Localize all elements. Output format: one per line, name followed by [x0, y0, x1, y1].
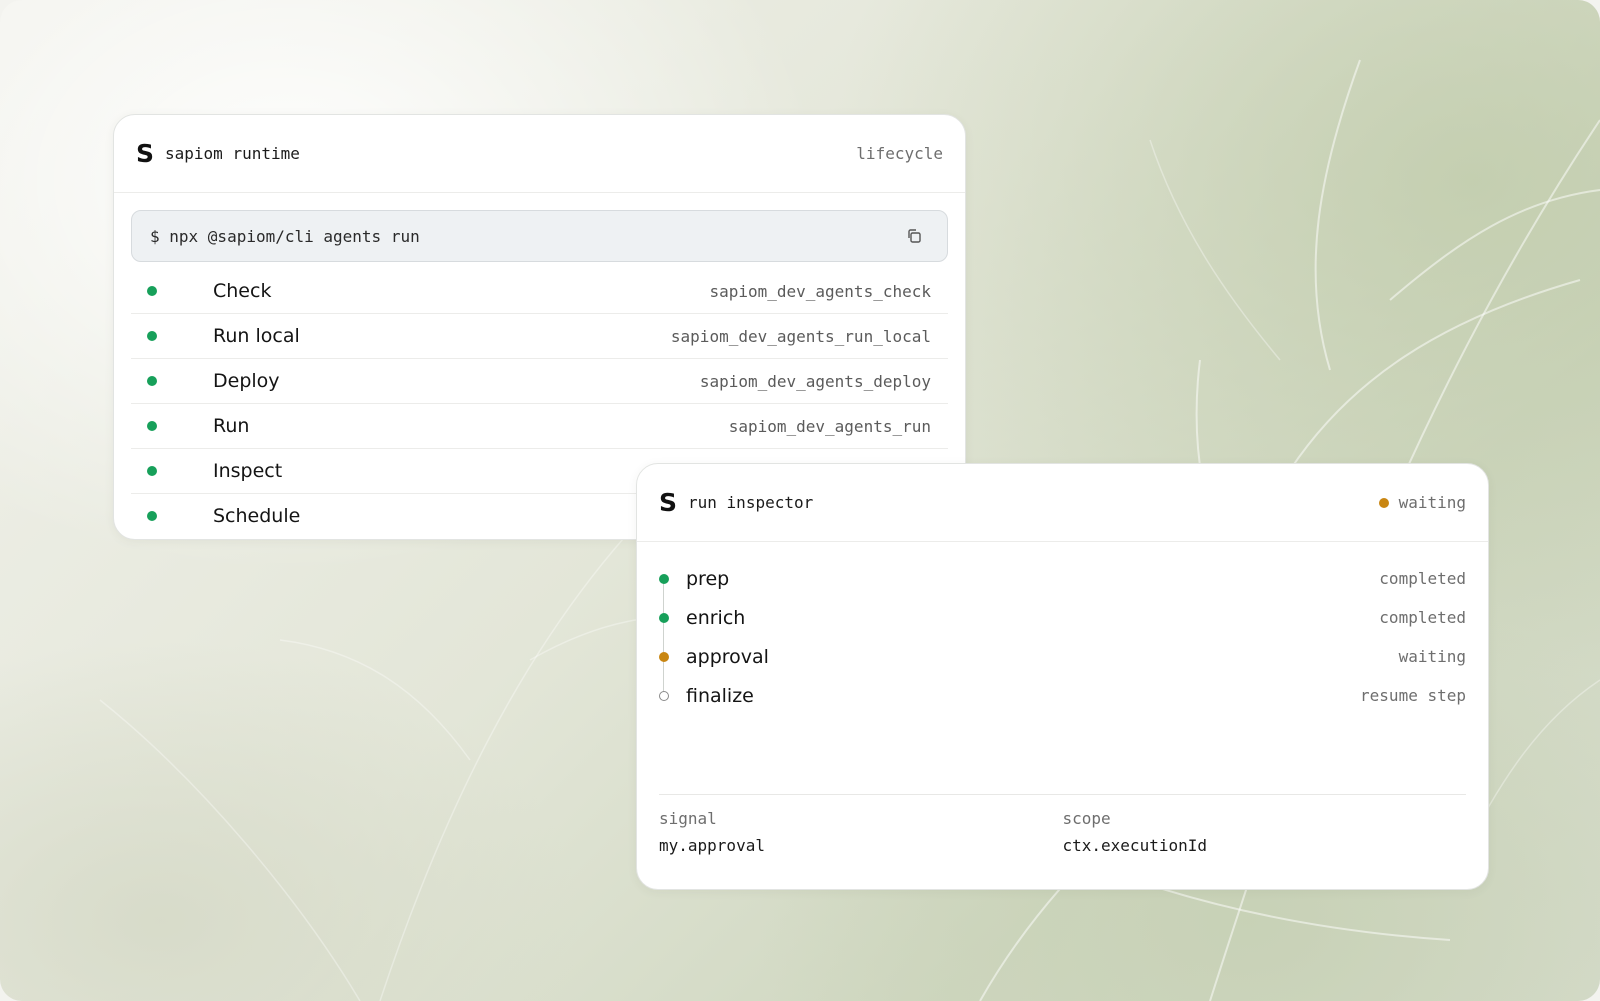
runtime-title: sapiom runtime	[165, 144, 300, 163]
signal-field: signal my.approval	[659, 795, 1063, 873]
runtime-header: S sapiom runtime lifecycle	[114, 115, 965, 193]
row-label: Check	[213, 280, 272, 302]
step-dot	[659, 690, 669, 701]
list-item[interactable]: Run local sapiom_dev_agents_run_local	[131, 314, 948, 359]
copy-icon	[908, 229, 921, 243]
command-text: $ npx @sapiom/cli agents run	[150, 226, 420, 246]
row-key: sapiom_dev_agents_run_local	[670, 326, 931, 346]
signal-value: my.approval	[659, 836, 765, 855]
row-label: Run local	[213, 325, 300, 347]
inspector-title: run inspector	[688, 493, 814, 512]
step-item[interactable]: prep completed	[659, 559, 1466, 598]
step-status: completed	[1379, 608, 1466, 627]
row-key: sapiom_dev_agents_deploy	[699, 371, 931, 391]
step-dot	[659, 651, 669, 662]
step-label: approval	[686, 645, 769, 668]
status-dot	[147, 376, 157, 386]
scope-label: scope	[1062, 809, 1111, 828]
step-status: resume step	[1360, 686, 1466, 705]
scope-value: ctx.executionId	[1062, 836, 1208, 855]
scope-field: scope ctx.executionId	[1063, 795, 1467, 873]
step-label: enrich	[686, 606, 746, 629]
list-item[interactable]: Run sapiom_dev_agents_run	[131, 404, 948, 449]
sapiom-logo-icon: S	[136, 139, 155, 168]
step-dot	[659, 612, 669, 623]
row-label: Deploy	[213, 370, 280, 392]
step-dot	[659, 573, 669, 584]
step-label: finalize	[686, 684, 754, 707]
status-dot	[147, 286, 157, 296]
step-item[interactable]: enrich completed	[659, 598, 1466, 637]
step-label: prep	[686, 567, 730, 590]
status-dot	[147, 331, 157, 341]
step-timeline: prep completed enrich completed approval…	[659, 559, 1466, 715]
status-badge: waiting	[1378, 493, 1466, 512]
row-label: Run	[213, 415, 250, 437]
signal-label: signal	[659, 809, 717, 828]
list-item[interactable]: Check sapiom_dev_agents_check	[131, 269, 948, 314]
status-dot	[147, 421, 157, 431]
row-key: sapiom_dev_agents_check	[709, 281, 931, 301]
inspector-footer: signal my.approval scope ctx.executionId	[659, 794, 1466, 873]
sapiom-logo-icon: S	[659, 488, 678, 517]
status-dot	[147, 466, 157, 476]
status-dot	[147, 511, 157, 521]
step-item[interactable]: finalize resume step	[659, 676, 1466, 715]
runtime-tag: lifecycle	[856, 144, 943, 163]
status-dot	[1378, 497, 1389, 508]
status-text: waiting	[1398, 493, 1466, 512]
copy-button[interactable]	[903, 225, 925, 247]
row-key: sapiom_dev_agents_run	[728, 416, 931, 436]
step-status: waiting	[1398, 647, 1466, 666]
list-item[interactable]: Deploy sapiom_dev_agents_deploy	[131, 359, 948, 404]
command-box: $ npx @sapiom/cli agents run	[131, 210, 948, 262]
inspector-header: S run inspector waiting	[637, 464, 1488, 542]
inspector-card: S run inspector waiting prep completed e…	[636, 463, 1489, 890]
step-status: completed	[1379, 569, 1466, 588]
step-item[interactable]: approval waiting	[659, 637, 1466, 676]
